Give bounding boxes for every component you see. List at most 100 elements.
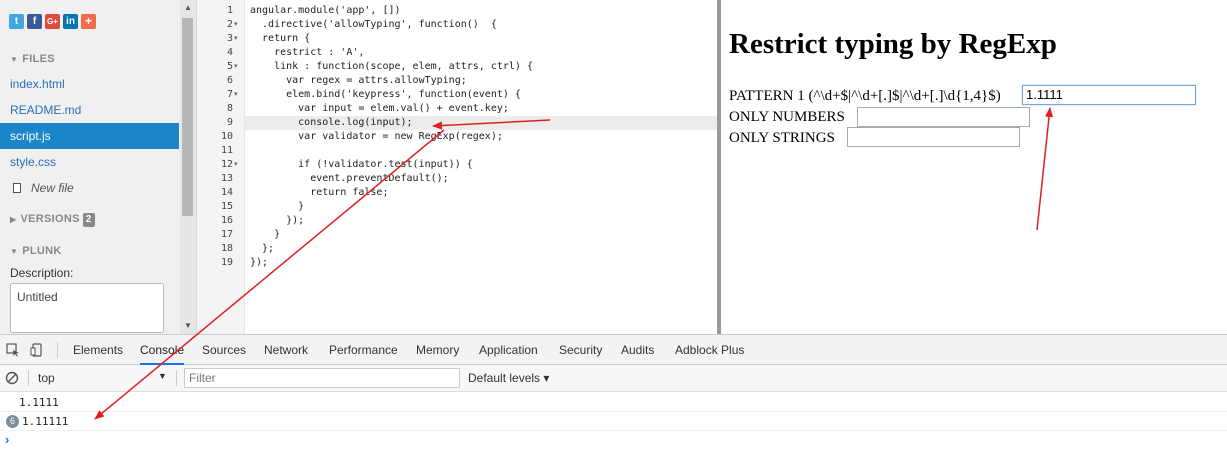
- devtools-panel: Elements Console Sources Network Perform…: [0, 334, 1227, 463]
- code-line[interactable]: angular.module('app', []): [250, 4, 401, 18]
- code-line[interactable]: var validator = new RegExp(regex);: [250, 130, 503, 144]
- code-line[interactable]: }: [250, 228, 280, 242]
- versions-heading-text: VERSIONS: [20, 213, 80, 225]
- sidebar-scrollbar[interactable]: ▲ ▼: [180, 0, 196, 334]
- code-line[interactable]: .directive('allowTyping', function() {: [250, 18, 497, 32]
- only-numbers-input[interactable]: [857, 107, 1030, 127]
- fold-arrow-icon[interactable]: ▾: [234, 88, 238, 102]
- tab-security[interactable]: Security: [559, 335, 602, 365]
- files-heading-text: FILES: [22, 53, 55, 65]
- line-number: 9: [226, 117, 233, 128]
- code-editor[interactable]: 1 2 ▾ 3 ▾ 4 5 ▾ 6 7 ▾ 8 9 10 11 12 ▾ 13 14 15 16 17 18 19 angul…: [197, 0, 717, 334]
- line-number-gutter: 1 2 ▾ 3 ▾ 4 5 ▾ 6 7 ▾ 8 9 10 11 12 ▾ 13 14 15 16 17 18 19: [197, 0, 245, 334]
- files-section-header[interactable]: ▼ FILES: [10, 53, 55, 65]
- tab-audits[interactable]: Audits: [621, 335, 654, 365]
- chevron-down-icon: ▼: [10, 55, 19, 64]
- code-line[interactable]: if (!validator.test(input)) {: [250, 158, 473, 172]
- console-prompt-icon[interactable]: ›: [5, 432, 9, 447]
- line-number: 8: [226, 103, 233, 114]
- fold-arrow-icon[interactable]: ▾: [234, 158, 238, 172]
- file-item-script-js[interactable]: script.js: [0, 123, 179, 149]
- console-message-text: 1.11111: [22, 415, 69, 428]
- file-item-style-css[interactable]: style.css: [0, 149, 179, 175]
- versions-section-header[interactable]: ▶ VERSIONS 2: [10, 213, 95, 227]
- google-plus-icon[interactable]: G+: [45, 14, 60, 29]
- tab-application[interactable]: Application: [479, 335, 538, 365]
- line-number: 11: [220, 145, 233, 156]
- line-number: 5: [226, 61, 233, 72]
- description-label: Description:: [10, 266, 74, 280]
- line-number: 16: [220, 215, 233, 226]
- code-line[interactable]: var input = elem.val() + event.key;: [250, 102, 509, 116]
- line-number: 19: [220, 257, 233, 268]
- tab-memory[interactable]: Memory: [416, 335, 459, 365]
- clear-console-icon[interactable]: [5, 371, 19, 385]
- code-line[interactable]: }: [250, 200, 304, 214]
- only-strings-label: ONLY STRINGS: [729, 130, 835, 146]
- new-file-button[interactable]: New file: [0, 175, 179, 201]
- code-line[interactable]: return false;: [250, 186, 388, 200]
- device-toolbar-icon[interactable]: [30, 343, 44, 357]
- code-line[interactable]: restrict : 'A',: [250, 46, 364, 60]
- new-file-icon: [13, 183, 21, 193]
- only-numbers-label: ONLY NUMBERS: [729, 109, 845, 125]
- line-number: 1: [226, 5, 233, 16]
- filter-divider: [28, 370, 29, 386]
- scroll-down-icon[interactable]: ▼: [184, 321, 192, 330]
- line-number: 6: [226, 75, 233, 86]
- file-item-readme-md[interactable]: README.md: [0, 97, 179, 123]
- linkedin-icon[interactable]: in: [63, 14, 78, 29]
- repeat-count-badge: 6: [6, 415, 19, 428]
- code-line[interactable]: var regex = attrs.allowTyping;: [250, 74, 467, 88]
- tab-console[interactable]: Console: [140, 335, 185, 365]
- plunk-heading-text: PLUNK: [22, 245, 62, 257]
- devtools-tab-bar: Elements Console Sources Network Perform…: [0, 335, 1227, 365]
- console-message: 6 1.11111: [0, 412, 1227, 431]
- line-number: 12: [220, 159, 233, 170]
- tab-adblock-plus[interactable]: Adblock Plus: [675, 335, 744, 365]
- line-number: 15: [220, 201, 233, 212]
- log-levels-dropdown[interactable]: Default levels ▾: [468, 371, 549, 385]
- tab-elements[interactable]: Elements: [73, 335, 123, 365]
- code-line[interactable]: };: [250, 242, 274, 256]
- line-number: 14: [220, 187, 233, 198]
- line-number: 2: [226, 19, 233, 30]
- line-number: 7: [226, 89, 233, 100]
- fold-arrow-icon[interactable]: ▾: [234, 60, 238, 74]
- code-line[interactable]: });: [250, 214, 304, 228]
- scroll-up-icon[interactable]: ▲: [184, 3, 192, 12]
- facebook-icon[interactable]: f: [27, 14, 42, 29]
- context-selector[interactable]: top: [38, 371, 55, 385]
- plunker-sidebar: t f G+ in + ▼ FILES index.html README.md …: [0, 0, 197, 334]
- inspect-element-icon[interactable]: [6, 343, 20, 357]
- only-strings-input[interactable]: [847, 127, 1020, 147]
- line-number: 17: [220, 229, 233, 240]
- twitter-icon[interactable]: t: [9, 14, 24, 29]
- console-filter-input[interactable]: Filter: [184, 368, 460, 388]
- code-line[interactable]: link : function(scope, elem, attrs, ctrl…: [250, 60, 533, 74]
- file-item-index-html[interactable]: index.html: [0, 71, 179, 97]
- tab-sources[interactable]: Sources: [202, 335, 246, 365]
- preview-pane: Restrict typing by RegExp PATTERN 1 (^\d…: [721, 0, 1227, 334]
- toolbar-divider: [57, 342, 58, 358]
- chevron-right-icon: ▶: [10, 215, 17, 224]
- code-line[interactable]: });: [250, 256, 268, 270]
- console-message: 1.1111: [0, 393, 1227, 412]
- description-textarea[interactable]: Untitled: [10, 283, 164, 333]
- line-number: 10: [220, 131, 233, 142]
- fold-arrow-icon[interactable]: ▾: [234, 32, 238, 46]
- code-line[interactable]: event.preventDefault();: [250, 172, 448, 186]
- dropdown-arrow-icon[interactable]: ▼: [158, 371, 167, 381]
- tab-performance[interactable]: Performance: [329, 335, 398, 365]
- plunk-section-header[interactable]: ▼ PLUNK: [10, 245, 62, 257]
- tab-network[interactable]: Network: [264, 335, 308, 365]
- code-line[interactable]: elem.bind('keypress', function(event) {: [250, 88, 521, 102]
- pattern-input[interactable]: 1.1111: [1022, 85, 1196, 105]
- pattern-label: PATTERN 1 (^\d+$|^\d+[.]$|^\d+[.]\d{1,4}…: [729, 88, 1001, 104]
- code-line[interactable]: console.log(input);: [250, 116, 412, 130]
- console-message-text: 1.1111: [19, 396, 59, 409]
- add-share-icon[interactable]: +: [81, 14, 96, 29]
- fold-arrow-icon[interactable]: ▾: [234, 18, 238, 32]
- sidebar-scroll-thumb[interactable]: [182, 18, 193, 216]
- code-line[interactable]: return {: [250, 32, 310, 46]
